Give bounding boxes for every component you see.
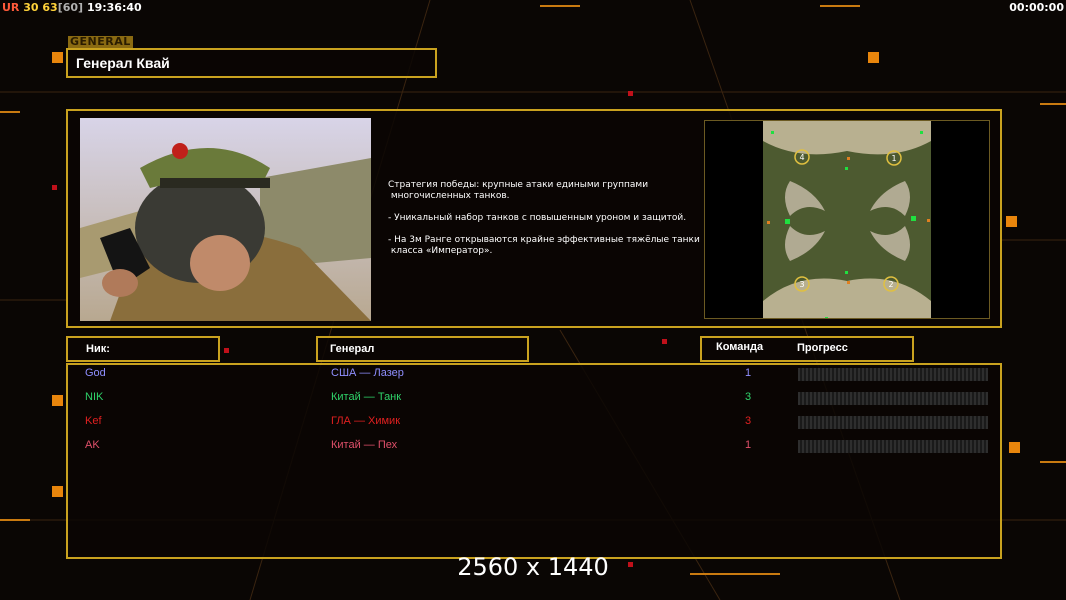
title-panel: Генерал Квай — [66, 48, 437, 78]
player-nick: God — [85, 367, 106, 379]
player-general: Китай — Пех — [331, 439, 398, 451]
description-line: Стратегия победы: крупные атаки едиными … — [388, 180, 649, 201]
hud-value-3: [60] — [57, 1, 84, 14]
hud-timer: 00:00:00 — [1009, 1, 1064, 14]
player-team: 1 — [745, 439, 752, 451]
team-header: Команда — [716, 341, 764, 353]
minimap: 4 1 3 2 — [704, 120, 990, 319]
progress-header: Прогресс — [797, 342, 848, 354]
player-general: ГЛА — Химик — [331, 415, 401, 427]
nick-header: Ник: — [86, 343, 110, 355]
description-line: - На 3м Ранге открываются крайне эффекти… — [388, 235, 700, 256]
general-portrait — [80, 118, 371, 321]
minimap-slot-label: 3 — [799, 280, 804, 289]
resolution-label: 2560 x 1440 — [457, 553, 609, 581]
hud-value-1: 30 — [23, 1, 39, 14]
minimap-slot-label: 1 — [891, 154, 896, 163]
general-header: Генерал — [330, 343, 375, 355]
general-tag: GENERAL — [68, 35, 133, 48]
player-progress-bar — [798, 440, 988, 453]
hud-stats: UR 30 63[60] 19:36:40 — [2, 1, 142, 14]
player-progress-bar — [798, 392, 988, 405]
player-nick: NIK — [85, 391, 104, 403]
player-team: 3 — [745, 391, 752, 403]
player-team: 3 — [745, 415, 752, 427]
general-description: Стратегия победы: крупные атаки едиными … — [388, 180, 708, 268]
player-general: США — Лазер — [331, 367, 404, 379]
hud-clock: 19:36:40 — [86, 1, 142, 14]
hud-value-2: 63 — [42, 1, 58, 14]
player-general: Китай — Танк — [331, 391, 402, 403]
player-progress-bar — [798, 416, 988, 429]
hud-ur: UR — [2, 1, 20, 14]
minimap-slot-label: 4 — [799, 153, 804, 162]
player-progress-bar — [798, 368, 988, 381]
player-team: 1 — [745, 367, 752, 379]
description-line: - Уникальный набор танков с повышенным у… — [388, 213, 687, 223]
general-title: Генерал Квай — [76, 55, 170, 71]
player-nick: Kef — [85, 415, 102, 427]
player-nick: AK — [85, 439, 100, 451]
minimap-slot-label: 2 — [888, 280, 893, 289]
